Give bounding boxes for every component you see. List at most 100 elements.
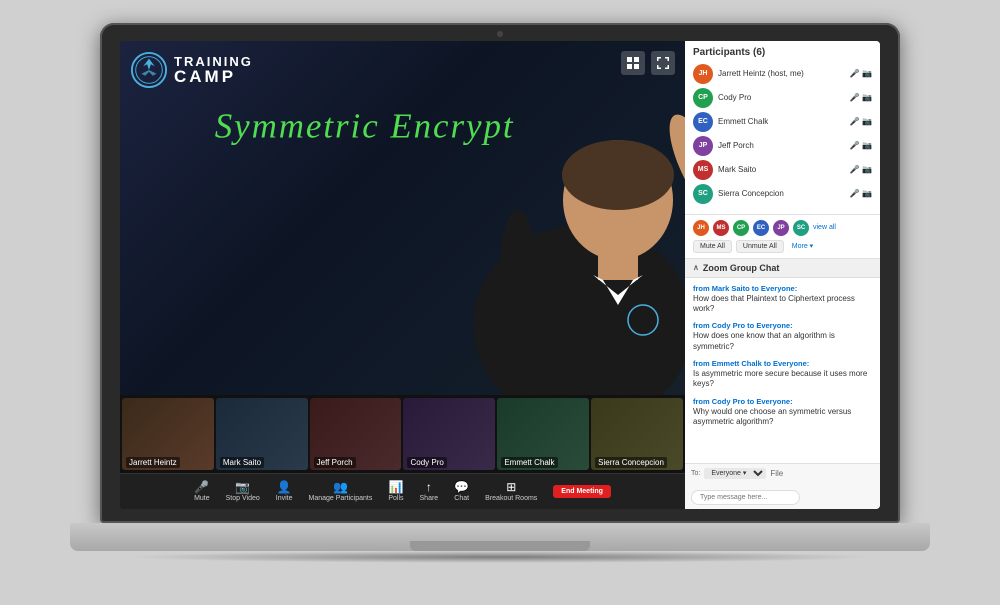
polls-icon: 📊 <box>388 480 403 494</box>
toolbar-chat[interactable]: 💬 Chat <box>454 480 469 502</box>
chat-input-row: To: Everyone ▾ File <box>685 463 880 483</box>
share-label: Share <box>420 495 439 502</box>
toolbar-stop-video[interactable]: 📷 Stop Video <box>226 480 260 502</box>
chat-input-container <box>685 483 880 509</box>
tc-logo-text: TRAINING CAMP <box>174 55 253 85</box>
svg-text:Symmetric Encryption: Symmetric Encryption <box>214 106 515 145</box>
screen-bezel: TRAINING CAMP <box>100 23 900 523</box>
name-cody: Cody Pro <box>718 93 845 102</box>
thumb-cody: Cody Pro <box>403 398 495 470</box>
zoom-toolbar: 🎤 Mute 📷 Stop Video 👤 Invite 👥 <box>120 473 685 509</box>
grid-icon <box>627 57 639 69</box>
grid-view-button[interactable] <box>621 51 645 75</box>
toolbar-mute[interactable]: 🎤 Mute <box>194 480 210 502</box>
toolbar-polls[interactable]: 📊 Polls <box>388 480 403 502</box>
training-label: TRAINING <box>174 55 253 68</box>
tc-logo-icon <box>130 51 168 89</box>
thumb-label-jeff: Jeff Porch <box>314 457 356 468</box>
avatar-jeff: JP <box>693 136 713 156</box>
training-camp-logo: TRAINING CAMP <box>130 51 253 89</box>
react-av-4: JP <box>773 220 789 236</box>
fullscreen-button[interactable] <box>651 51 675 75</box>
name-emmett: Emmett Chalk <box>718 117 845 126</box>
name-jarrett: Jarrett Heintz (host, me) <box>718 69 845 78</box>
laptop-base <box>70 523 930 551</box>
icons-cody: 🎤 📷 <box>850 93 872 102</box>
participant-item-1: CP Cody Pro 🎤 📷 <box>693 88 872 108</box>
icons-jarrett: 🎤 📷 <box>850 69 872 78</box>
right-panel: Participants (6) JH Jarrett Heintz (host… <box>685 41 880 509</box>
toolbar-breakout[interactable]: ⊞ Breakout Rooms <box>485 480 537 502</box>
thumb-jarrett: Jarrett Heintz <box>122 398 214 470</box>
thumb-label-cody: Cody Pro <box>407 457 446 468</box>
chat-to-label: To: <box>691 470 700 477</box>
chat-msg-2: from Emmett Chalk to Everyone: Is asymme… <box>693 359 872 390</box>
thumb-jeff: Jeff Porch <box>310 398 402 470</box>
video-icon: 📷 <box>235 480 250 494</box>
toolbar-manage-participants[interactable]: 👥 Manage Participants <box>309 480 373 502</box>
camp-label: CAMP <box>174 68 253 85</box>
react-av-3: EC <box>753 220 769 236</box>
chat-from-3: from Cody Pro to Everyone: <box>693 397 872 406</box>
laptop-screen: TRAINING CAMP <box>120 41 880 509</box>
whiteboard-text: Symmetric Encryption <box>205 94 516 152</box>
chat-to-select[interactable]: Everyone ▾ <box>704 468 766 479</box>
chat-input[interactable] <box>691 490 800 505</box>
icons-emmett: 🎤 📷 <box>850 117 872 126</box>
chat-from-2: from Emmett Chalk to Everyone: <box>693 359 872 368</box>
avatar-mark: MS <box>693 160 713 180</box>
thumb-label-emmett: Emmett Chalk <box>501 457 557 468</box>
chat-text-2: Is asymmetric more secure because it use… <box>693 369 872 390</box>
zoom-app: TRAINING CAMP <box>120 41 880 509</box>
chat-text-0: How does that Plaintext to Ciphertext pr… <box>693 294 872 315</box>
chat-icon: 💬 <box>454 480 469 494</box>
chat-title: Zoom Group Chat <box>703 263 780 273</box>
chat-collapse-icon[interactable]: ∧ <box>693 263 699 272</box>
chat-messages: from Mark Saito to Everyone: How does th… <box>685 278 880 463</box>
toolbar-share[interactable]: ↑ Share <box>420 480 439 502</box>
video-background: TRAINING CAMP <box>120 41 685 395</box>
participant-item-5: SC Sierra Concepcion 🎤 📷 <box>693 184 872 204</box>
chat-msg-1: from Cody Pro to Everyone: How does one … <box>693 321 872 352</box>
participant-item-3: JP Jeff Porch 🎤 📷 <box>693 136 872 156</box>
manage-participants-label: Manage Participants <box>309 495 373 502</box>
thumb-label-jarrett: Jarrett Heintz <box>126 457 180 468</box>
mute-all-button[interactable]: Mute All <box>693 240 732 253</box>
unmute-all-button[interactable]: Unmute All <box>736 240 784 253</box>
chat-msg-0: from Mark Saito to Everyone: How does th… <box>693 284 872 315</box>
avatar-sierra: SC <box>693 184 713 204</box>
stop-video-label: Stop Video <box>226 495 260 502</box>
participants-panel: Participants (6) JH Jarrett Heintz (host… <box>685 41 880 215</box>
participants-header: Participants (6) <box>693 47 872 58</box>
name-jeff: Jeff Porch <box>718 141 845 150</box>
polls-label: Polls <box>388 495 403 502</box>
instructor-video: TRAINING CAMP <box>120 41 685 395</box>
chat-text-1: How does one know that an algorithm is s… <box>693 331 872 352</box>
laptop-shadow <box>125 551 875 563</box>
icons-mark: 🎤 📷 <box>850 165 872 174</box>
camera-dot <box>497 31 503 37</box>
end-meeting-button[interactable]: End Meeting <box>553 485 611 498</box>
chat-msg-3: from Cody Pro to Everyone: Why would one… <box>693 397 872 428</box>
mute-label: Mute <box>194 495 210 502</box>
participant-thumbnails: Jarrett Heintz Mark Saito Jeff Porch Cod… <box>120 395 685 473</box>
participant-item-0: JH Jarrett Heintz (host, me) 🎤 📷 <box>693 64 872 84</box>
breakout-label: Breakout Rooms <box>485 495 537 502</box>
fullscreen-icon <box>657 57 669 69</box>
react-av-0: JH <box>693 220 709 236</box>
invite-icon: 👤 <box>277 480 292 494</box>
video-overlay-controls[interactable] <box>621 51 675 75</box>
share-icon: ↑ <box>426 480 432 494</box>
icons-sierra: 🎤 📷 <box>850 189 872 198</box>
more-button[interactable]: More ▾ <box>788 240 817 253</box>
react-av-5: SC <box>793 220 809 236</box>
chat-panel: ∧ Zoom Group Chat from Mark Saito to Eve… <box>685 259 880 509</box>
chat-file-button[interactable]: File <box>770 469 783 478</box>
chat-label: Chat <box>454 495 469 502</box>
participant-item-4: MS Mark Saito 🎤 📷 <box>693 160 872 180</box>
thumb-label-mark: Mark Saito <box>220 457 264 468</box>
name-sierra: Sierra Concepcion <box>718 189 845 198</box>
toolbar-invite[interactable]: 👤 Invite <box>276 480 293 502</box>
thumb-sierra: Sierra Concepcion <box>591 398 683 470</box>
view-all-link[interactable]: view all <box>813 224 836 231</box>
